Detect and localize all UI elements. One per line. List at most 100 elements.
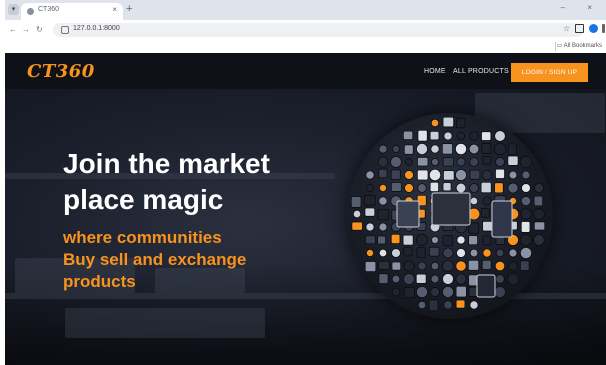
gadget-device-shape <box>455 299 466 309</box>
gadget-button-shape <box>456 157 466 167</box>
login-signup-button[interactable]: LOGIN / SIGN UP <box>511 63 588 82</box>
gadget-button-shape <box>456 131 466 141</box>
gadget-button-shape <box>493 142 507 156</box>
gadget-button-shape <box>377 156 389 168</box>
gadget-button-shape <box>494 130 506 142</box>
gadget-button-shape <box>481 169 493 181</box>
gadget-device-shape <box>364 194 376 206</box>
gadget-device-shape <box>351 221 363 231</box>
gadget-device-shape <box>377 235 387 245</box>
hero-gadget-sphere-image <box>347 113 553 319</box>
gadget-button-shape <box>521 170 531 180</box>
gadget-device-shape <box>468 286 479 297</box>
gadget-button-shape <box>417 300 427 310</box>
gadget-button-shape <box>404 170 414 180</box>
back-button[interactable]: ← <box>9 25 17 35</box>
gadget-button-shape <box>455 273 467 285</box>
gadget-button-shape <box>442 247 454 259</box>
gadget-device-shape <box>480 181 492 194</box>
new-tab-button[interactable]: + <box>126 3 132 15</box>
gadget-button-shape <box>405 158 413 166</box>
gadget-button-shape <box>455 169 467 181</box>
gadget-device-shape <box>416 169 429 181</box>
gadget-button-shape <box>482 248 492 258</box>
gadget-button-shape <box>469 300 479 310</box>
gadget-button-shape <box>456 235 466 245</box>
gadget-button-shape <box>430 118 440 128</box>
gadget-button-shape <box>520 195 532 207</box>
gadget-button-shape <box>430 274 440 284</box>
gadget-collage <box>350 116 546 312</box>
gadget-device-shape <box>378 261 390 270</box>
gadget-device-shape <box>378 168 388 179</box>
browser-tab-strip: ▾ CT360 × + – × <box>5 0 606 20</box>
gadget-device-shape <box>365 235 376 245</box>
bookmarks-bar: ▭ All Bookmarks <box>5 40 606 53</box>
gadget-device-shape <box>390 182 402 192</box>
gadget-device-shape <box>364 207 376 217</box>
all-bookmarks-folder[interactable]: ▭ All Bookmarks <box>557 42 602 49</box>
gadget-button-shape <box>456 248 466 258</box>
extension-icon[interactable] <box>575 24 584 33</box>
browser-toolbar: ← → ↻ 127.0.0.1:8000 ☆ <box>5 20 606 40</box>
gadget-device-shape <box>495 168 505 179</box>
gadget-device-shape <box>469 169 481 180</box>
gadget-button-shape <box>508 248 518 258</box>
gadget-button-shape <box>417 183 427 193</box>
gadget-device-shape <box>378 273 389 285</box>
gadget-button-shape <box>415 233 429 247</box>
gadget-button-shape <box>428 168 442 182</box>
close-icon[interactable]: × <box>112 5 117 15</box>
site-logo[interactable]: CT360 <box>27 61 95 82</box>
gadget-device-shape <box>364 261 377 273</box>
gadget-button-shape <box>469 248 479 258</box>
gadget-button-shape <box>534 183 544 193</box>
gadget-device-shape <box>482 235 492 246</box>
reload-button[interactable]: ↻ <box>36 25 43 35</box>
gadget-button-shape <box>365 248 375 258</box>
gadget-button-shape <box>469 157 479 167</box>
browser-tab[interactable]: CT360 × <box>21 3 123 20</box>
window-controls[interactable]: – × <box>561 3 602 12</box>
gadget-button-shape <box>469 196 479 206</box>
folder-icon: ▭ <box>556 43 564 49</box>
gadget-device-shape <box>415 273 427 284</box>
gadget-button-shape <box>495 248 505 258</box>
gadget-device-shape <box>520 221 531 233</box>
address-bar[interactable]: 127.0.0.1:8000 ☆ <box>53 23 583 37</box>
gadget-button-shape <box>508 261 518 271</box>
gadget-button-shape <box>454 142 468 156</box>
gadget-device-shape <box>429 130 440 141</box>
gadget-device-shape <box>442 157 455 167</box>
nav-home-link[interactable]: HOME <box>424 68 446 75</box>
gadget-device-shape <box>377 208 390 221</box>
gadget-device-shape <box>468 235 479 246</box>
address-text[interactable]: 127.0.0.1:8000 <box>73 25 120 32</box>
gadget-button-shape <box>391 287 401 297</box>
gadget-device-shape <box>442 116 455 128</box>
gadget-button-shape <box>391 144 401 154</box>
gadget-button-shape <box>519 246 533 260</box>
profile-avatar[interactable] <box>589 24 598 33</box>
tab-search-button[interactable]: ▾ <box>8 4 19 15</box>
bookmark-star-icon[interactable]: ☆ <box>563 24 575 33</box>
gadget-screen-shape <box>396 200 420 228</box>
hero-subtitle-line: where communities <box>63 228 222 247</box>
gadget-button-shape <box>519 155 533 169</box>
gadget-button-shape <box>430 261 440 271</box>
nav-all-products-link[interactable]: ALL PRODUCTS <box>453 68 509 75</box>
gadget-device-shape <box>402 130 414 141</box>
forward-button[interactable]: → <box>22 25 30 35</box>
gadget-button-shape <box>379 184 387 192</box>
gadget-button-shape <box>430 287 440 297</box>
gadget-button-shape <box>366 184 374 192</box>
gadget-screen-shape <box>491 200 513 238</box>
gadget-button-shape <box>403 260 415 272</box>
menu-icon[interactable] <box>602 24 605 33</box>
tab-title: CT360 <box>38 6 60 13</box>
gadget-button-shape <box>495 274 505 284</box>
site-info-icon[interactable] <box>61 26 69 34</box>
gadget-button-shape <box>442 273 454 285</box>
gadget-device-shape <box>402 234 414 246</box>
gadget-button-shape <box>506 272 520 286</box>
